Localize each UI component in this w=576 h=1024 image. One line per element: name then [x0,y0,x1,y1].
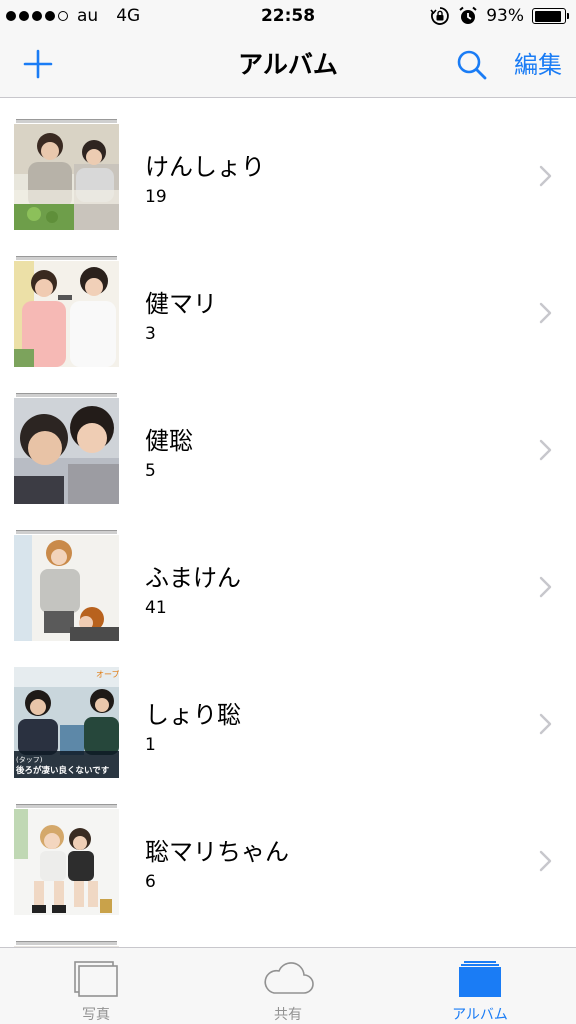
thumb-caption-top: オープ [96,670,119,679]
album-thumbnail [14,530,119,641]
cloud-icon [264,962,314,994]
search-icon[interactable] [454,47,490,83]
album-thumbnail: オープ (タッフ) 後ろが凄い良くないです [14,667,119,778]
album-row[interactable]: 健聡 5 [0,373,576,510]
tab-label: アルバム [452,1007,508,1023]
album-photo: オープ (タッフ) 後ろが凄い良くないです [14,667,119,778]
album-name: 健聡 [145,427,193,455]
tab-bar: 写真 共有 アルバム [0,947,576,1024]
album-name: 聡マリちゃん [145,838,289,866]
album-name: ふまけん [145,564,241,592]
album-count: 41 [145,598,167,618]
tab-albums[interactable]: アルバム [384,948,576,1024]
chevron-right-icon [539,439,552,461]
battery-icon [532,8,569,24]
album-photo [14,261,119,367]
status-bar: au 4G 22:58 93% [0,0,576,32]
album-thumbnail [14,119,119,230]
orientation-lock-icon [430,7,449,25]
photos-icon [74,961,118,997]
albums-icon [459,961,501,997]
battery-percent: 93% [486,6,524,26]
album-photo [14,398,119,504]
album-count: 5 [145,461,156,481]
album-row[interactable]: 健マリ 3 [0,236,576,373]
chevron-right-icon [539,302,552,324]
album-thumbnail [14,256,119,367]
album-name: 健マリ [145,290,217,318]
album-count: 6 [145,872,156,892]
album-row[interactable]: けんしょり 19 [0,99,576,236]
edit-button[interactable]: 編集 [514,32,562,98]
thumb-caption-bottom-2: 後ろが凄い良くないです [16,765,110,776]
tab-shared[interactable]: 共有 [192,948,384,1024]
tab-label: 共有 [274,1007,302,1023]
album-thumbnail [14,393,119,504]
album-list: けんしょり 19 健マリ 3 健聡 5 ふまけん 41 オープ (タッフ) 後ろ… [0,99,576,947]
tab-photos[interactable]: 写真 [0,948,192,1024]
album-name: けんしょり [145,153,265,181]
chevron-right-icon [539,576,552,598]
thumb-caption-bottom-1: (タッフ) [16,755,43,764]
chevron-right-icon [539,713,552,735]
alarm-icon [459,6,477,24]
album-row[interactable]: ふまけん 41 [0,510,576,647]
album-name: しょり聡 [145,701,241,729]
album-photo [14,809,119,915]
chevron-right-icon [539,850,552,872]
album-count: 1 [145,735,156,755]
navigation-bar: アルバム 編集 [0,32,576,98]
album-count: 19 [145,187,167,207]
album-row[interactable]: オープ (タッフ) 後ろが凄い良くないです しょり聡 1 [0,647,576,784]
album-photo [14,535,119,641]
chevron-right-icon [539,165,552,187]
album-row[interactable]: 聡マリちゃん 6 [0,784,576,921]
status-right: 93% [430,0,569,32]
album-photo [14,124,119,230]
album-row[interactable] [0,921,576,947]
album-count: 3 [145,324,156,344]
tab-label: 写真 [82,1007,110,1023]
album-thumbnail [14,804,119,915]
